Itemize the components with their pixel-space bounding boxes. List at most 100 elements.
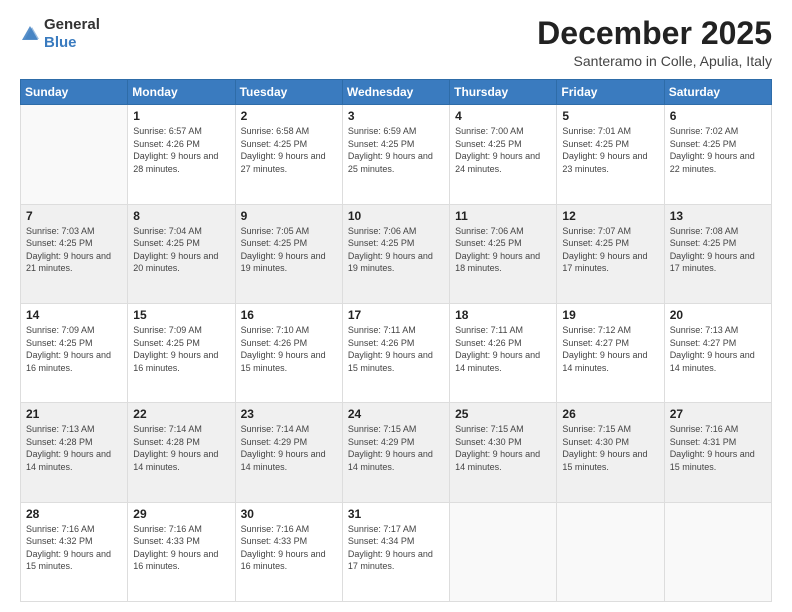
- day-number: 27: [670, 407, 766, 421]
- day-number: 15: [133, 308, 229, 322]
- day-info: Sunrise: 7:02 AM Sunset: 4:25 PM Daylight:…: [670, 125, 766, 175]
- sunset-text: Sunset: 4:26 PM: [348, 338, 415, 348]
- day-number: 14: [26, 308, 122, 322]
- day-info: Sunrise: 7:05 AMSunset: 4:25 PMDaylight:…: [241, 225, 337, 275]
- sunset-text: Sunset: 4:25 PM: [241, 238, 308, 248]
- day-number: 23: [241, 407, 337, 421]
- table-row: 15Sunrise: 7:09 AMSunset: 4:25 PMDayligh…: [128, 303, 235, 402]
- day-number: 1: [133, 109, 229, 123]
- sunrise-text: Sunrise: 7:16 AM: [26, 524, 95, 534]
- sunset-text: Sunset: 4:25 PM: [670, 139, 737, 149]
- title-block: December 2025 Santeramo in Colle, Apulia…: [537, 16, 772, 69]
- daylight-text: Daylight: 9 hours and 22 minutes.: [670, 151, 755, 174]
- sunset-text: Sunset: 4:29 PM: [241, 437, 308, 447]
- table-row: 9Sunrise: 7:05 AMSunset: 4:25 PMDaylight…: [235, 204, 342, 303]
- daylight-text: Daylight: 9 hours and 16 minutes.: [133, 549, 218, 572]
- day-info: Sunrise: 7:15 AMSunset: 4:30 PMDaylight:…: [562, 423, 658, 473]
- sunset-text: Sunset: 4:26 PM: [455, 338, 522, 348]
- sunset-text: Sunset: 4:27 PM: [562, 338, 629, 348]
- day-number: 28: [26, 507, 122, 521]
- sunset-text: Sunset: 4:25 PM: [562, 238, 629, 248]
- day-number: 29: [133, 507, 229, 521]
- sunset-text: Sunset: 4:25 PM: [670, 238, 737, 248]
- page: General Blue December 2025 Santeramo in …: [0, 0, 792, 612]
- logo: General Blue: [20, 16, 100, 52]
- day-number: 19: [562, 308, 658, 322]
- sunset-text: Sunset: 4:25 PM: [348, 139, 415, 149]
- day-info: Sunrise: 7:15 AMSunset: 4:29 PMDaylight:…: [348, 423, 444, 473]
- table-row: [664, 502, 771, 601]
- day-info: Sunrise: 6:59 AMSunset: 4:25 PMDaylight:…: [348, 125, 444, 175]
- daylight-text: Daylight: 9 hours and 24 minutes.: [455, 151, 540, 174]
- sunset-text: Sunset: 4:25 PM: [26, 238, 93, 248]
- table-row: 28 Sunrise: 7:16 AMSunset: 4:32 PMDayligh…: [21, 502, 128, 601]
- calendar-week-row: 7Sunrise: 7:03 AMSunset: 4:25 PMDaylight…: [21, 204, 772, 303]
- month-title: December 2025: [537, 16, 772, 51]
- table-row: 14 Sunrise: 7:09 AMSunset: 4:25 PMDayligh…: [21, 303, 128, 402]
- daylight-text: Daylight: 9 hours and 16 minutes.: [241, 549, 326, 572]
- day-info: Sunrise: 7:12 AMSunset: 4:27 PMDaylight:…: [562, 324, 658, 374]
- daylight-text: Daylight: 9 hours and 27 minutes.: [241, 151, 326, 174]
- sunset-text: Sunset: 4:25 PM: [455, 139, 522, 149]
- sunrise-text: Sunrise: 7:14 AM: [241, 424, 310, 434]
- calendar-header-row: Sunday Monday Tuesday Wednesday Thursday…: [21, 80, 772, 105]
- sunset-text: Sunset: 4:25 PM: [455, 238, 522, 248]
- daylight-text: Daylight: 9 hours and 16 minutes.: [26, 350, 111, 373]
- day-info: Sunrise: 7:07 AMSunset: 4:25 PMDaylight:…: [562, 225, 658, 275]
- day-info: Sunrise: 7:13 AMSunset: 4:28 PMDaylight:…: [26, 423, 122, 473]
- day-info: Sunrise: 7:17 AMSunset: 4:34 PMDaylight:…: [348, 523, 444, 573]
- sunset-text: Sunset: 4:30 PM: [455, 437, 522, 447]
- calendar-week-row: 1Sunrise: 6:57 AMSunset: 4:26 PMDaylight…: [21, 105, 772, 204]
- day-number: 25: [455, 407, 551, 421]
- day-number: 20: [670, 308, 766, 322]
- day-info: Sunrise: 7:16 AMSunset: 4:32 PMDaylight:…: [26, 523, 122, 573]
- sunset-text: Sunset: 4:30 PM: [562, 437, 629, 447]
- day-number: 30: [241, 507, 337, 521]
- table-row: [450, 502, 557, 601]
- table-row: 2Sunrise: 6:58 AMSunset: 4:25 PMDaylight…: [235, 105, 342, 204]
- table-row: 17Sunrise: 7:11 AMSunset: 4:26 PMDayligh…: [342, 303, 449, 402]
- sunset-text: Sunset: 4:25 PM: [133, 238, 200, 248]
- table-row: 31 Sunrise: 7:17 AMSunset: 4:34 PMDayligh…: [342, 502, 449, 601]
- table-row: 18Sunrise: 7:11 AMSunset: 4:26 PMDayligh…: [450, 303, 557, 402]
- daylight-text: Daylight: 9 hours and 14 minutes.: [562, 350, 647, 373]
- calendar-week-row: 14 Sunrise: 7:09 AMSunset: 4:25 PMDayligh…: [21, 303, 772, 402]
- daylight-text: Daylight: 9 hours and 15 minutes.: [241, 350, 326, 373]
- sunset-text: Sunset: 4:27 PM: [670, 338, 737, 348]
- day-info: Sunrise: 7:06 AMSunset: 4:25 PMDaylight:…: [348, 225, 444, 275]
- day-info: Sunrise: 7:10 AMSunset: 4:26 PMDaylight:…: [241, 324, 337, 374]
- day-info: Sunrise: 6:58 AMSunset: 4:25 PMDaylight:…: [241, 125, 337, 175]
- sunrise-text: Sunrise: 7:16 AM: [133, 524, 202, 534]
- sunrise-text: Sunrise: 7:17 AM: [348, 524, 417, 534]
- day-number: 7: [26, 209, 122, 223]
- table-row: 21Sunrise: 7:13 AMSunset: 4:28 PMDayligh…: [21, 403, 128, 502]
- location-subtitle: Santeramo in Colle, Apulia, Italy: [537, 53, 772, 69]
- col-wednesday: Wednesday: [342, 80, 449, 105]
- table-row: 10Sunrise: 7:06 AMSunset: 4:25 PMDayligh…: [342, 204, 449, 303]
- sunset-text: Sunset: 4:33 PM: [241, 536, 308, 546]
- table-row: 11Sunrise: 7:06 AMSunset: 4:25 PMDayligh…: [450, 204, 557, 303]
- table-row: 6Sunrise: 7:02 AMSunset: 4:25 PMDaylight…: [664, 105, 771, 204]
- header: General Blue December 2025 Santeramo in …: [20, 16, 772, 69]
- sunrise-text: Sunrise: 7:13 AM: [670, 325, 739, 335]
- day-info: Sunrise: 7:11 AMSunset: 4:26 PMDaylight:…: [348, 324, 444, 374]
- table-row: 20Sunrise: 7:13 AMSunset: 4:27 PMDayligh…: [664, 303, 771, 402]
- logo-text: General Blue: [44, 16, 100, 52]
- col-monday: Monday: [128, 80, 235, 105]
- sunrise-text: Sunrise: 7:15 AM: [348, 424, 417, 434]
- day-info: Sunrise: 7:09 AMSunset: 4:25 PMDaylight:…: [26, 324, 122, 374]
- sunrise-text: Sunrise: 7:02 AM: [670, 126, 739, 136]
- day-info: Sunrise: 7:11 AMSunset: 4:26 PMDaylight:…: [455, 324, 551, 374]
- sunrise-text: Sunrise: 7:07 AM: [562, 226, 631, 236]
- daylight-text: Daylight: 9 hours and 15 minutes.: [348, 350, 433, 373]
- sunset-text: Sunset: 4:25 PM: [562, 139, 629, 149]
- sunset-text: Sunset: 4:26 PM: [241, 338, 308, 348]
- daylight-text: Daylight: 9 hours and 28 minutes.: [133, 151, 218, 174]
- day-number: 31: [348, 507, 444, 521]
- table-row: 4Sunrise: 7:00 AMSunset: 4:25 PMDaylight…: [450, 105, 557, 204]
- table-row: 27Sunrise: 7:16 AMSunset: 4:31 PMDayligh…: [664, 403, 771, 502]
- day-info: Sunrise: 7:01 AMSunset: 4:25 PMDaylight:…: [562, 125, 658, 175]
- sunrise-text: Sunrise: 7:15 AM: [455, 424, 524, 434]
- day-info: Sunrise: 7:06 AMSunset: 4:25 PMDaylight:…: [455, 225, 551, 275]
- sunrise-text: Sunrise: 7:15 AM: [562, 424, 631, 434]
